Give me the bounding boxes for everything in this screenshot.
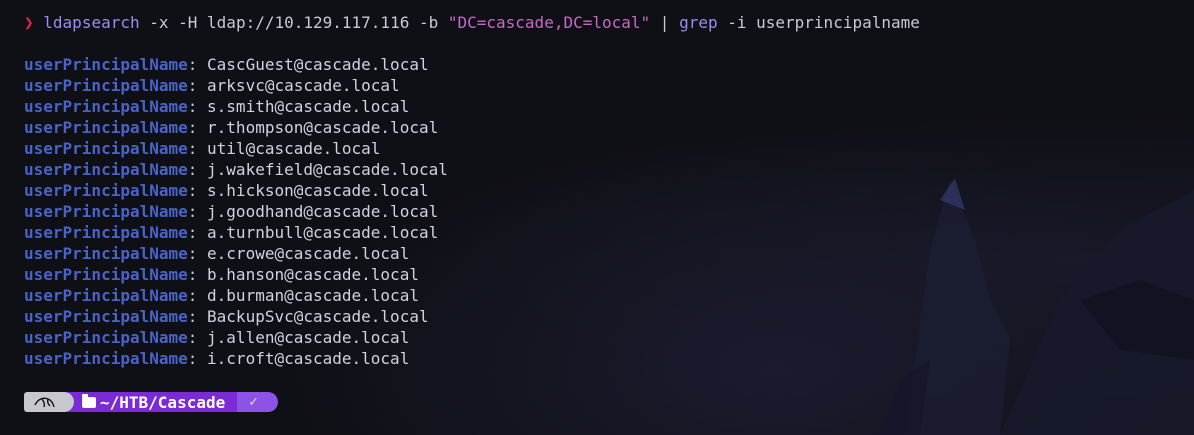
folder-open-icon xyxy=(82,393,96,408)
output-line: userPrincipalName: a.turnbull@cascade.lo… xyxy=(24,222,1194,243)
attribute-name: userPrincipalName xyxy=(24,244,188,263)
output-line: userPrincipalName: BackupSvc@cascade.loc… xyxy=(24,306,1194,327)
attribute-value: e.crowe@cascade.local xyxy=(207,244,410,263)
attribute-name: userPrincipalName xyxy=(24,265,188,284)
output-line: userPrincipalName: CascGuest@cascade.loc… xyxy=(24,54,1194,75)
attribute-separator: : xyxy=(187,139,208,158)
attribute-name: userPrincipalName xyxy=(24,55,188,74)
output-line: userPrincipalName: s.hickson@cascade.loc… xyxy=(24,180,1194,201)
grep-args: -i userprincipalname xyxy=(717,13,920,32)
attribute-value: j.allen@cascade.local xyxy=(207,328,410,347)
output-line: userPrincipalName: r.thompson@cascade.lo… xyxy=(24,117,1194,138)
terminal-window[interactable]: ❯ ldapsearch -x -H ldap://10.129.117.116… xyxy=(0,0,1194,435)
attribute-name: userPrincipalName xyxy=(24,97,188,116)
attribute-value: d.burman@cascade.local xyxy=(207,286,419,305)
attribute-separator: : xyxy=(187,223,208,242)
attribute-name: userPrincipalName xyxy=(24,307,188,326)
path-prefix: ~/HTB/ xyxy=(100,392,158,412)
command-args: -x -H ldap://10.129.117.116 -b xyxy=(139,13,448,32)
attribute-separator: : xyxy=(187,244,208,263)
command-base-dn: "DC=cascade,DC=local" xyxy=(447,13,651,32)
attribute-separator: : xyxy=(187,118,208,137)
attribute-value: a.turnbull@cascade.local xyxy=(207,223,439,242)
path-segment: ~/HTB/Cascade xyxy=(64,392,238,412)
output-line: userPrincipalName: s.smith@cascade.local xyxy=(24,96,1194,117)
attribute-value: BackupSvc@cascade.local xyxy=(207,307,429,326)
attribute-separator: : xyxy=(187,160,208,179)
output-line: userPrincipalName: j.allen@cascade.local xyxy=(24,327,1194,348)
attribute-separator: : xyxy=(187,181,208,200)
attribute-value: j.wakefield@cascade.local xyxy=(207,160,448,179)
attribute-value: r.thompson@cascade.local xyxy=(207,118,439,137)
attribute-separator: : xyxy=(187,76,208,95)
attribute-name: userPrincipalName xyxy=(24,202,188,221)
attribute-value: arksvc@cascade.local xyxy=(207,76,400,95)
attribute-name: userPrincipalName xyxy=(24,139,188,158)
attribute-value: CascGuest@cascade.local xyxy=(207,55,429,74)
attribute-name: userPrincipalName xyxy=(24,328,188,347)
attribute-name: userPrincipalName xyxy=(24,349,188,368)
attribute-name: userPrincipalName xyxy=(24,223,188,242)
command-pipe: | xyxy=(650,13,680,32)
shell-prompt: ~/HTB/Cascade ✓ xyxy=(24,392,278,412)
attribute-value: s.hickson@cascade.local xyxy=(207,181,429,200)
attribute-separator: : xyxy=(187,202,208,221)
output-line: userPrincipalName: i.croft@cascade.local xyxy=(24,348,1194,369)
output-line: userPrincipalName: b.hanson@cascade.loca… xyxy=(24,264,1194,285)
output-line: userPrincipalName: j.goodhand@cascade.lo… xyxy=(24,201,1194,222)
attribute-value: s.smith@cascade.local xyxy=(207,97,410,116)
attribute-separator: : xyxy=(187,55,208,74)
attribute-name: userPrincipalName xyxy=(24,118,188,137)
attribute-name: userPrincipalName xyxy=(24,160,188,179)
command-line[interactable]: ❯ ldapsearch -x -H ldap://10.129.117.116… xyxy=(24,12,1194,33)
attribute-separator: : xyxy=(187,286,208,305)
command-output: userPrincipalName: CascGuest@cascade.loc… xyxy=(24,54,1194,369)
grep-command: grep xyxy=(679,13,718,32)
checkmark-icon: ✓ xyxy=(249,393,258,410)
os-segment xyxy=(24,392,74,412)
path-current-dir: Cascade xyxy=(157,392,226,412)
prompt-arrow-icon: ❯ xyxy=(24,13,34,32)
attribute-name: userPrincipalName xyxy=(24,286,188,305)
attribute-separator: : xyxy=(187,328,208,347)
output-line: userPrincipalName: j.wakefield@cascade.l… xyxy=(24,159,1194,180)
attribute-value: b.hanson@cascade.local xyxy=(207,265,419,284)
attribute-value: i.croft@cascade.local xyxy=(207,349,410,368)
attribute-separator: : xyxy=(187,97,208,116)
attribute-value: util@cascade.local xyxy=(207,139,381,158)
attribute-name: userPrincipalName xyxy=(24,181,188,200)
attribute-name: userPrincipalName xyxy=(24,76,188,95)
status-segment: ✓ xyxy=(237,392,278,412)
attribute-separator: : xyxy=(187,349,208,368)
output-line: userPrincipalName: e.crowe@cascade.local xyxy=(24,243,1194,264)
command-name: ldapsearch xyxy=(43,13,140,32)
attribute-separator: : xyxy=(187,265,208,284)
attribute-value: j.goodhand@cascade.local xyxy=(207,202,439,221)
output-line: userPrincipalName: arksvc@cascade.local xyxy=(24,75,1194,96)
output-line: userPrincipalName: util@cascade.local xyxy=(24,138,1194,159)
attribute-separator: : xyxy=(187,307,208,326)
kali-dragon-icon xyxy=(34,397,55,408)
output-line: userPrincipalName: d.burman@cascade.loca… xyxy=(24,285,1194,306)
